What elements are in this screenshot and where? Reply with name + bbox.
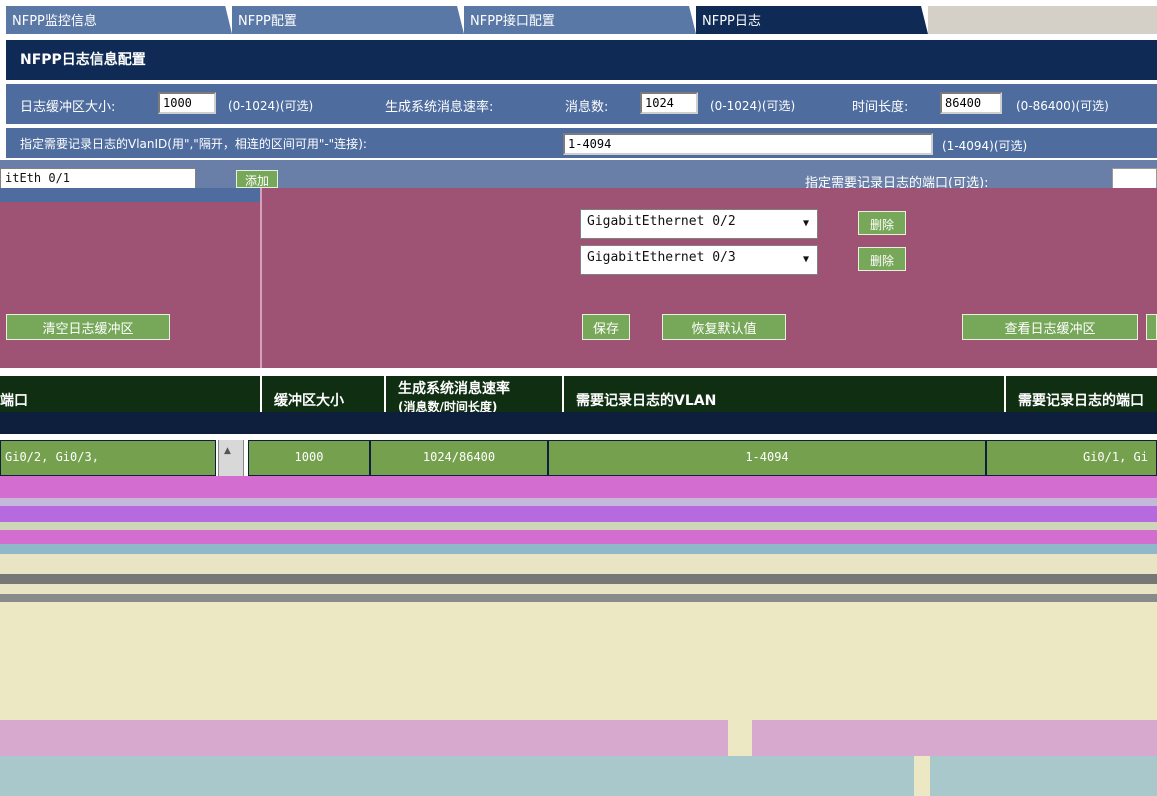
buffer-size-input[interactable]: 1000 bbox=[158, 92, 216, 114]
time-length-range: (0-86400)(可选) bbox=[1016, 99, 1109, 113]
table-cell-vlan: 1-4094 bbox=[548, 440, 986, 476]
port-name: GigabitEthernet 0/3 bbox=[587, 250, 736, 265]
render-stripe bbox=[0, 544, 1157, 554]
selected-port-select-2[interactable]: GigabitEthernet 0/3 ▼ bbox=[580, 245, 818, 275]
tab-label: NFPP日志 bbox=[702, 14, 761, 29]
vlan-label: 指定需要记录日志的VlanID(用","隔开，相连的区间可用"-"连接): bbox=[20, 137, 367, 151]
message-count-input[interactable]: 1024 bbox=[640, 92, 698, 114]
message-count-range: (0-1024)(可选) bbox=[710, 99, 796, 113]
column-header-buffer: 缓冲区大小 bbox=[262, 376, 384, 412]
render-artifact bbox=[914, 756, 930, 796]
buffer-label: 日志缓冲区大小: bbox=[20, 100, 116, 115]
tab-label: NFPP接口配置 bbox=[470, 14, 555, 29]
clear-log-buffer-button[interactable]: 清空日志缓冲区 bbox=[6, 314, 170, 340]
render-artifact bbox=[728, 720, 752, 756]
column-header-vlan: 需要记录日志的VLAN bbox=[564, 376, 1004, 412]
rate-label: 生成系统消息速率: bbox=[385, 100, 494, 115]
table-cell-rate: 1024/86400 bbox=[370, 440, 548, 476]
port-name: GigabitEthernet 0/2 bbox=[587, 214, 736, 229]
render-stripe bbox=[0, 498, 1157, 506]
column-header-port2: 需要记录日志的端口 bbox=[1006, 376, 1157, 412]
tab-nfpp-interface-config[interactable]: NFPP接口配置 bbox=[464, 6, 696, 34]
tab-nfpp-log[interactable]: NFPP日志 bbox=[696, 6, 928, 34]
chevron-down-icon: ▼ bbox=[802, 218, 809, 229]
tab-label: NFPP配置 bbox=[238, 14, 297, 29]
scroll-up-arrow-icon[interactable]: ▲ bbox=[224, 446, 236, 456]
vlan-input[interactable]: 1-4094 bbox=[563, 133, 933, 155]
render-stripe bbox=[0, 574, 1157, 584]
tab-label: NFPP监控信息 bbox=[12, 14, 97, 29]
buffer-range: (0-1024)(可选) bbox=[228, 99, 314, 113]
header-underbar bbox=[0, 412, 1157, 434]
message-count-label: 消息数: bbox=[565, 100, 609, 115]
render-stripe bbox=[0, 530, 1157, 544]
chevron-down-icon: ▼ bbox=[802, 254, 809, 265]
render-stripe bbox=[0, 506, 1157, 522]
column-header-rate: 生成系统消息速率 (消息数/时间长度) bbox=[386, 376, 562, 414]
tab-strip-filler bbox=[928, 6, 1157, 34]
selected-ports-select-stub[interactable] bbox=[1112, 168, 1157, 190]
tab-nfpp-monitor[interactable]: NFPP监控信息 bbox=[6, 6, 232, 34]
render-stripe bbox=[0, 554, 1157, 574]
render-stripe bbox=[0, 756, 1157, 796]
selected-port-select-1[interactable]: GigabitEthernet 0/2 ▼ bbox=[580, 209, 818, 239]
left-panel-header bbox=[0, 188, 260, 202]
divider bbox=[260, 188, 262, 368]
table-cell-buffer: 1000 bbox=[248, 440, 370, 476]
render-stripe bbox=[0, 720, 1157, 756]
panel-title: NFPP日志信息配置 bbox=[6, 40, 1157, 80]
tab-nfpp-config[interactable]: NFPP配置 bbox=[232, 6, 464, 34]
vlan-range: (1-4094)(可选) bbox=[942, 139, 1028, 153]
view-log-buffer-button[interactable]: 查看日志缓冲区 bbox=[962, 314, 1138, 340]
port-config-area bbox=[0, 188, 1157, 368]
column-header-rate-line1: 生成系统消息速率 bbox=[398, 381, 510, 397]
add-port-button[interactable]: 添加 bbox=[236, 170, 278, 188]
render-stripe bbox=[0, 594, 1157, 602]
restore-defaults-button[interactable]: 恢复默认值 bbox=[662, 314, 786, 340]
extra-button-stub[interactable] bbox=[1146, 314, 1157, 340]
table-cell-port2: Gi0/1, Gi bbox=[986, 440, 1157, 476]
save-button[interactable]: 保存 bbox=[582, 314, 630, 340]
delete-port-button-2[interactable]: 删除 bbox=[858, 247, 906, 271]
render-stripe bbox=[0, 602, 1157, 720]
delete-port-button-1[interactable]: 删除 bbox=[858, 211, 906, 235]
render-stripe bbox=[0, 476, 1157, 498]
time-length-input[interactable]: 86400 bbox=[940, 92, 1002, 114]
table-cell-port: Gi0/2, Gi0/3, bbox=[0, 440, 216, 476]
render-stripe bbox=[0, 584, 1157, 594]
available-port-select[interactable]: itEth 0/1 bbox=[0, 168, 196, 190]
column-header-port: 端口 bbox=[0, 376, 260, 412]
render-stripe bbox=[0, 522, 1157, 530]
time-length-label: 时间长度: bbox=[852, 100, 909, 115]
